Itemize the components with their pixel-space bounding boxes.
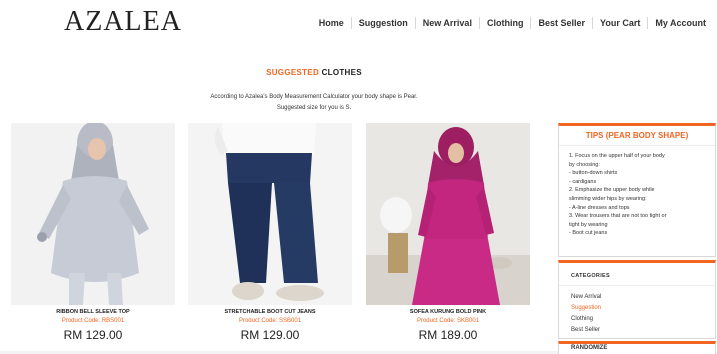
product-image[interactable]	[188, 123, 352, 305]
intro-suggested-size: Suggested size for you is S.	[276, 105, 352, 111]
tips-line: - cardigans	[569, 178, 597, 185]
nav-home[interactable]: Home	[312, 17, 351, 29]
categories-list: New Arrival Suggestion Clothing Best Sel…	[571, 292, 601, 336]
main-nav: Home Suggestion New Arrival Clothing Bes…	[312, 17, 713, 29]
tips-title: TIPS (PEAR BODY SHAPE)	[585, 131, 689, 140]
tips-line: 1. Focus on the upper half of your body	[569, 153, 665, 159]
tips-divider	[559, 145, 715, 146]
tips-list: 1. Focus on the upper half of your body …	[569, 152, 709, 238]
product-name[interactable]: STRETCHABLE BOOT CUT JEANS	[188, 309, 352, 315]
nav-suggestion[interactable]: Suggestion	[350, 17, 415, 29]
nav-best-seller[interactable]: Best Seller	[530, 17, 592, 29]
category-new-arrival[interactable]: New Arrival	[571, 292, 601, 303]
section-title: SUGGESTED CLOTHES	[0, 68, 628, 77]
categories-divider	[559, 285, 715, 286]
product-name[interactable]: RIBBON BELL SLEEVE TOP	[11, 309, 175, 315]
tips-line: tight by wearing	[569, 221, 608, 228]
page: AZALEA Home Suggestion New Arrival Cloth…	[0, 0, 717, 354]
product-photo-top	[11, 123, 175, 305]
product-price: RM 189.00	[418, 328, 478, 342]
suggestion-intro: According to Azalea's Body Measurement C…	[0, 92, 628, 114]
brand-logo[interactable]: AZALEA	[64, 6, 182, 38]
tips-line: slimming wider hips by wearing:	[569, 195, 647, 202]
section-title-rest: CLOTHES	[321, 68, 362, 77]
product-code: Product Code: SKB001	[416, 318, 480, 324]
section-title-accent: SUGGESTED	[266, 68, 320, 77]
nav-clothing[interactable]: Clothing	[478, 17, 531, 29]
product-photo-kurung	[366, 123, 530, 305]
main-content: SUGGESTED CLOTHES According to Azalea's …	[0, 50, 717, 354]
product-photo-jeans	[188, 123, 352, 305]
category-clothing[interactable]: Clothing	[571, 314, 601, 325]
tips-line: - Boot cut jeans	[569, 230, 608, 237]
product-image[interactable]	[366, 123, 530, 305]
tips-line: - A-line dresses and tops	[569, 204, 630, 211]
product-code: Product Code: SSB001	[238, 318, 302, 324]
randomize-title: RANDOMIZE	[571, 345, 608, 351]
categories-panel: CATEGORIES New Arrival Suggestion Clothi…	[558, 260, 716, 339]
categories-title: CATEGORIES	[571, 273, 610, 279]
product-name[interactable]: SOFEA KURUNG BOLD PINK	[366, 309, 530, 315]
product-image[interactable]	[11, 123, 175, 305]
nav-your-cart[interactable]: Your Cart	[591, 17, 647, 29]
product-card[interactable]: RIBBON BELL SLEEVE TOP Product Code: RBS…	[11, 123, 175, 351]
category-best-seller[interactable]: Best Seller	[571, 325, 601, 336]
randomize-panel: RANDOMIZE	[558, 341, 716, 354]
nav-my-account[interactable]: My Account	[647, 17, 713, 29]
nav-new-arrival[interactable]: New Arrival	[414, 17, 479, 29]
site-header: AZALEA Home Suggestion New Arrival Cloth…	[0, 0, 717, 51]
tips-line: 2. Emphasize the upper body while	[569, 187, 655, 194]
product-code: Product Code: RBS001	[61, 318, 125, 324]
product-price: RM 129.00	[240, 328, 300, 342]
tips-line: - button-down shirts	[569, 170, 618, 177]
category-suggestion[interactable]: Suggestion	[571, 303, 601, 314]
product-card[interactable]: STRETCHABLE BOOT CUT JEANS Product Code:…	[188, 123, 352, 351]
tips-line: by choosing:	[569, 161, 600, 168]
intro-body-shape: According to Azalea's Body Measurement C…	[210, 94, 418, 100]
product-card[interactable]: SOFEA KURUNG BOLD PINK Product Code: SKB…	[366, 123, 530, 351]
product-price: RM 129.00	[63, 328, 123, 342]
tips-line: 3. Wear trousers that are not too tight …	[569, 213, 667, 220]
tips-panel: TIPS (PEAR BODY SHAPE) 1. Focus on the u…	[558, 123, 716, 257]
